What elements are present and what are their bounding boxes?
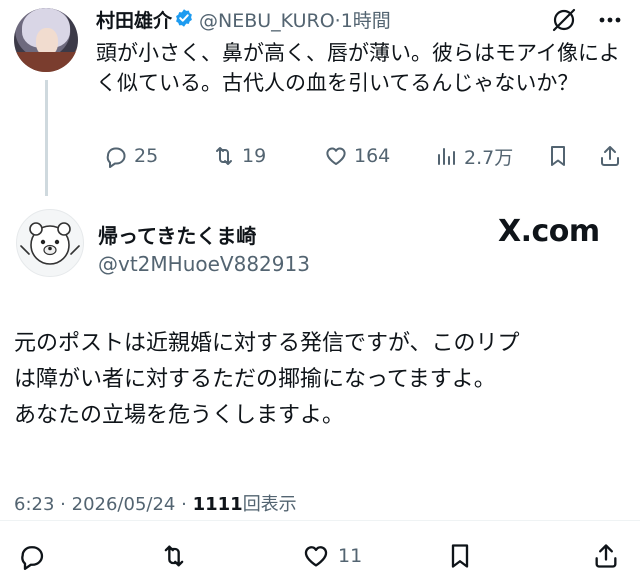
like-count: 164 (354, 145, 391, 167)
author-avatar-kumazaki[interactable] (16, 209, 84, 277)
reply-icon (21, 546, 44, 570)
views-stat[interactable]: 2.7万 (434, 142, 513, 170)
views-label: 回表示 (242, 494, 297, 515)
post-date[interactable]: 2026/05/24 (72, 494, 176, 515)
divider (0, 520, 640, 521)
bookmark-button[interactable] (446, 540, 474, 572)
reply-count: 25 (134, 145, 159, 167)
bookmark-icon[interactable] (546, 144, 570, 168)
repost-icon (216, 147, 232, 165)
share-button[interactable] (592, 540, 620, 572)
author-handle[interactable]: @vt2MHuoeV882913 (98, 252, 310, 276)
reply-context-text: 頭が小さく、鼻が高く、唇が薄い。彼らはモアイ像によく似ている。古代人の血を引いて… (96, 41, 620, 95)
like-icon (326, 147, 346, 165)
post-time[interactable]: 6:23 (14, 494, 54, 515)
author-handle-and-time[interactable]: @NEBU_KURO·1時間 (199, 6, 391, 33)
author-name[interactable]: 帰ってきたくま崎 (98, 220, 256, 249)
like-stat[interactable]: 164 (324, 142, 390, 170)
views-count: 2.7万 (464, 146, 514, 169)
post-body-line: 元のポストは近親婚に対する発信ですが、このリプ (14, 331, 520, 356)
post-time: 1時間 (340, 10, 391, 32)
post-body: 元のポストは近親婚に対する発信ですが、このリプ は障がい者に対するただの揶揄にな… (14, 326, 626, 434)
repost-count: 19 (242, 145, 267, 167)
author-avatar-murata[interactable] (14, 8, 78, 72)
like-icon (304, 546, 328, 567)
bear-avatar-icon (20, 222, 80, 265)
more-icon[interactable] (596, 8, 624, 32)
author-handle: @NEBU_KURO (199, 10, 335, 32)
grok-icon[interactable] (550, 6, 578, 34)
share-icon (595, 544, 617, 568)
repost-stat[interactable]: 19 (212, 142, 266, 170)
reply-stat[interactable]: 25 (104, 142, 158, 170)
reply-icon (106, 147, 126, 168)
x-com-badge: X.com (498, 214, 600, 249)
repost-button[interactable] (160, 540, 188, 572)
post-metadata: 6:23 · 2026/05/24 · 1111回表示 (14, 490, 297, 516)
thread-connector-line (45, 80, 48, 196)
views-icon (438, 148, 455, 165)
post-body-line: あなたの立場を危うくしますよ。 (14, 403, 345, 428)
reply-button[interactable] (18, 540, 46, 572)
views-count: 1111 (192, 494, 243, 515)
meta-separator: · (181, 494, 187, 515)
like-button[interactable]: 11 (302, 540, 362, 572)
author-name[interactable]: 村田雄介 (96, 6, 172, 33)
repost-icon (164, 545, 184, 567)
like-count: 11 (338, 545, 363, 567)
post-body-line: は障がい者に対するただの揶揄になってますよ。 (14, 367, 496, 392)
share-icon[interactable] (598, 144, 622, 168)
date-separator: · (60, 494, 66, 515)
bookmark-icon (451, 544, 469, 568)
verified-badge-icon (176, 9, 192, 27)
